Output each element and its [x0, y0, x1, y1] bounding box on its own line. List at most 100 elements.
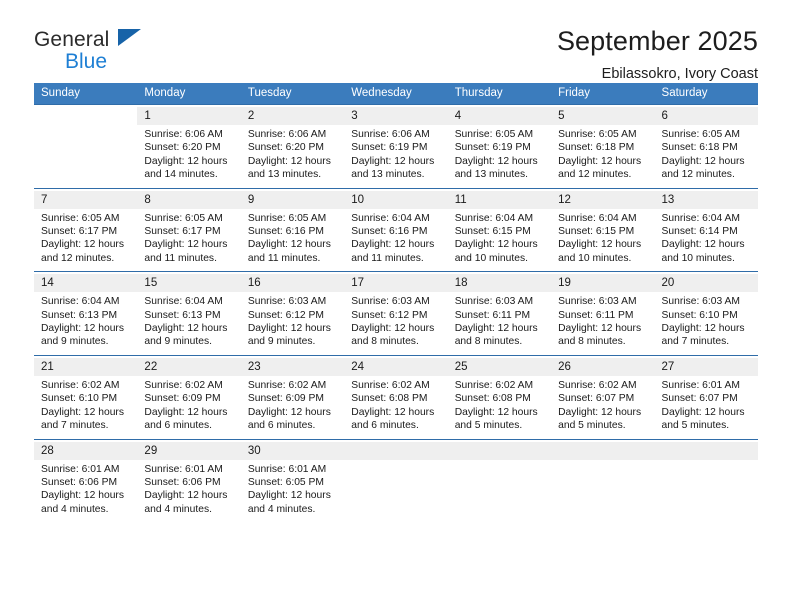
day-detail-empty: [344, 459, 448, 523]
day-detail-empty: [551, 459, 655, 523]
sunset-text: Sunset: 6:07 PM: [661, 393, 738, 405]
day-number[interactable]: 15: [137, 274, 241, 293]
sunset-text: Sunset: 6:10 PM: [661, 309, 738, 321]
sunset-text: Sunset: 6:20 PM: [247, 142, 324, 154]
logo-text-blue: Blue: [65, 50, 108, 73]
daylight-text-line2: and 8 minutes.: [351, 336, 419, 348]
day-detail-cell: Sunrise: 6:03 AM Sunset: 6:11 PM Daylight:…: [551, 292, 655, 356]
daylight-text-line2: and 14 minutes.: [144, 169, 218, 181]
day-detail-cell: Sunrise: 6:05 AM Sunset: 6:18 PM Daylight:…: [654, 125, 758, 189]
day-number[interactable]: 24: [344, 357, 448, 376]
daylight-text-line1: Daylight: 12 hours: [558, 323, 642, 335]
sunrise-text: Sunrise: 6:05 AM: [661, 129, 740, 140]
day-cell-empty: [654, 441, 758, 460]
sunset-text: Sunset: 6:10 PM: [41, 393, 118, 405]
day-detail-cell: Sunrise: 6:06 AM Sunset: 6:19 PM Daylight:…: [344, 125, 448, 189]
daylight-text-line1: Daylight: 12 hours: [247, 323, 331, 335]
day-number[interactable]: 14: [34, 274, 138, 293]
weekday-header-sunday: Sunday: [34, 83, 138, 105]
day-number[interactable]: 11: [447, 190, 552, 209]
sunrise-text: Sunrise: 6:04 AM: [41, 296, 120, 308]
daylight-text-line1: Daylight: 12 hours: [247, 406, 331, 418]
sunrise-text: Sunrise: 6:05 AM: [41, 212, 120, 224]
day-number[interactable]: 17: [344, 274, 448, 293]
sunrise-text: Sunrise: 6:06 AM: [247, 129, 327, 140]
day-number[interactable]: 29: [137, 441, 241, 460]
daylight-text-line1: Daylight: 12 hours: [558, 155, 642, 167]
day-number[interactable]: 28: [34, 441, 138, 460]
daylight-text-line1: Daylight: 12 hours: [144, 155, 228, 167]
day-number[interactable]: 13: [654, 190, 758, 209]
day-detail-cell: Sunrise: 6:04 AM Sunset: 6:13 PM Daylight:…: [34, 292, 138, 356]
day-number[interactable]: 8: [137, 190, 241, 209]
day-number[interactable]: 7: [34, 190, 138, 209]
logo-text-general: General: [34, 28, 110, 51]
day-number[interactable]: 27: [654, 357, 758, 376]
sunset-text: Sunset: 6:18 PM: [661, 142, 738, 154]
day-number[interactable]: 10: [344, 190, 448, 209]
day-number[interactable]: 25: [447, 357, 552, 376]
sunset-text: Sunset: 6:05 PM: [247, 476, 324, 488]
day-number[interactable]: 5: [551, 107, 655, 125]
sunset-text: Sunset: 6:14 PM: [661, 226, 738, 238]
sunrise-text: Sunrise: 6:04 AM: [144, 296, 223, 308]
day-number[interactable]: 16: [240, 274, 345, 293]
day-number[interactable]: 2: [240, 107, 345, 125]
day-number[interactable]: 21: [34, 357, 138, 376]
day-detail-cell: Sunrise: 6:04 AM Sunset: 6:15 PM Daylight:…: [551, 208, 655, 272]
sunset-text: Sunset: 6:12 PM: [351, 309, 428, 321]
daylight-text-line2: and 4 minutes.: [144, 503, 212, 515]
daylight-text-line2: and 13 minutes.: [454, 169, 528, 181]
daylight-text-line1: Daylight: 12 hours: [454, 323, 538, 335]
daylight-text-line1: Daylight: 12 hours: [454, 155, 538, 167]
day-number[interactable]: 6: [654, 107, 758, 125]
day-number[interactable]: 18: [447, 274, 552, 293]
daylight-text-line1: Daylight: 12 hours: [351, 406, 435, 418]
day-detail-cell: Sunrise: 6:03 AM Sunset: 6:11 PM Daylight:…: [447, 292, 552, 356]
day-detail-cell: Sunrise: 6:05 AM Sunset: 6:16 PM Daylight:…: [240, 208, 345, 272]
day-number[interactable]: 1: [137, 107, 241, 125]
sunrise-text: Sunrise: 6:02 AM: [351, 379, 430, 391]
day-number[interactable]: 20: [654, 274, 758, 293]
sunrise-text: Sunrise: 6:06 AM: [351, 129, 430, 140]
day-cell-empty: [447, 441, 552, 460]
sunset-text: Sunset: 6:18 PM: [558, 142, 635, 154]
daylight-text-line2: and 6 minutes.: [144, 420, 212, 432]
day-detail-cell: Sunrise: 6:02 AM Sunset: 6:08 PM Daylight:…: [447, 375, 552, 439]
sunset-text: Sunset: 6:15 PM: [454, 226, 531, 238]
logo-triangle-icon: [118, 29, 141, 46]
day-cell-empty: [344, 441, 448, 460]
sunrise-text: Sunrise: 6:05 AM: [144, 212, 223, 224]
day-number[interactable]: 26: [551, 357, 655, 376]
day-number[interactable]: 12: [551, 190, 655, 209]
sunrise-text: Sunrise: 6:01 AM: [661, 379, 740, 391]
sunset-text: Sunset: 6:09 PM: [144, 393, 221, 405]
day-number[interactable]: 30: [240, 441, 345, 460]
sunset-text: Sunset: 6:08 PM: [454, 393, 531, 405]
sunset-text: Sunset: 6:16 PM: [247, 226, 324, 238]
day-detail-empty: [654, 459, 758, 523]
daylight-text-line2: and 11 minutes.: [247, 252, 321, 264]
daylight-text-line1: Daylight: 12 hours: [661, 239, 745, 251]
day-number[interactable]: 9: [240, 190, 345, 209]
day-detail-cell: Sunrise: 6:05 AM Sunset: 6:17 PM Daylight:…: [34, 208, 138, 272]
sunrise-text: Sunrise: 6:02 AM: [247, 379, 327, 391]
day-number[interactable]: 22: [137, 357, 241, 376]
daylight-text-line1: Daylight: 12 hours: [144, 490, 228, 502]
day-detail-cell: Sunrise: 6:01 AM Sunset: 6:05 PM Daylight:…: [240, 459, 345, 523]
day-number[interactable]: 3: [344, 107, 448, 125]
day-detail-cell: Sunrise: 6:06 AM Sunset: 6:20 PM Daylight:…: [240, 125, 345, 189]
day-number[interactable]: 19: [551, 274, 655, 293]
day-detail-cell: Sunrise: 6:05 AM Sunset: 6:18 PM Daylight:…: [551, 125, 655, 189]
day-detail-cell: Sunrise: 6:04 AM Sunset: 6:14 PM Daylight:…: [654, 208, 758, 272]
day-number[interactable]: 23: [240, 357, 345, 376]
week-daynumber-row: 14 15 16 17 18 19 20: [34, 274, 758, 293]
day-number[interactable]: 4: [447, 107, 552, 125]
daylight-text-line2: and 10 minutes.: [558, 252, 632, 264]
weekday-header-monday: Monday: [137, 83, 241, 105]
sunrise-text: Sunrise: 6:05 AM: [247, 212, 327, 224]
sunrise-text: Sunrise: 6:03 AM: [351, 296, 430, 308]
sunset-text: Sunset: 6:12 PM: [247, 309, 324, 321]
daylight-text-line2: and 10 minutes.: [661, 252, 735, 264]
day-cell-empty: [551, 441, 655, 460]
